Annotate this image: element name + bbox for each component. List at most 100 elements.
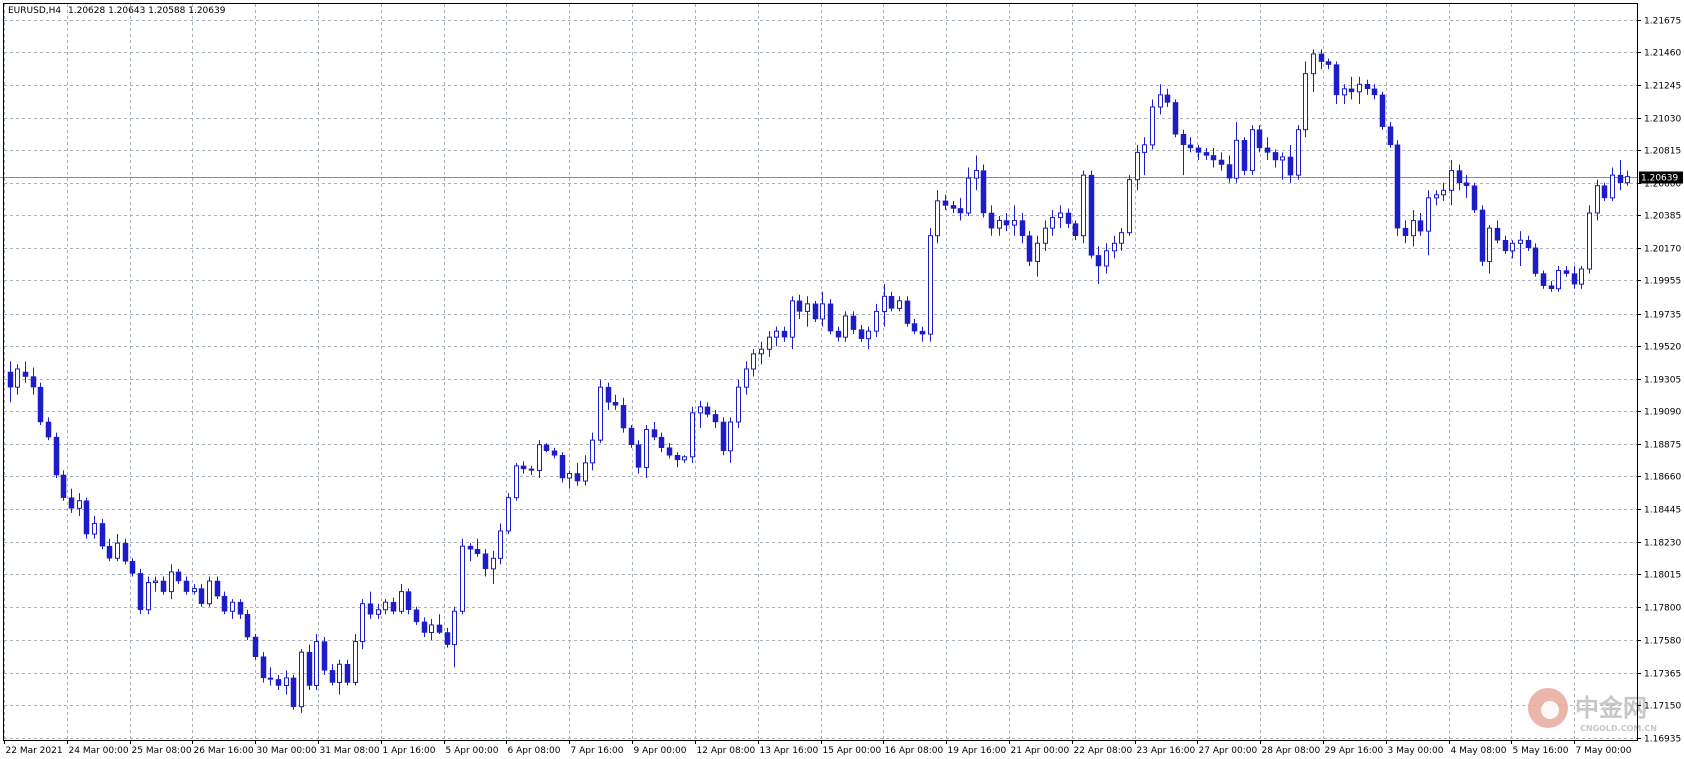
candle-body-bear xyxy=(980,170,987,214)
candle-body-bear xyxy=(781,330,788,338)
candle-body-bear xyxy=(321,641,328,671)
y-tick-label: 1.17365 xyxy=(1644,670,1681,680)
candle-body-bear xyxy=(704,406,711,415)
candle-body-bull xyxy=(1142,144,1147,153)
candle xyxy=(290,674,297,710)
x-tick-label: 27 Apr 00:00 xyxy=(1199,746,1258,756)
candle-body-bear xyxy=(812,303,819,320)
x-tick-label: 26 Mar 16:00 xyxy=(194,746,254,756)
candle-body-bull xyxy=(452,610,457,646)
candle-body-bull xyxy=(1112,242,1117,252)
y-tick-label: 1.19955 xyxy=(1644,277,1681,287)
candle-body-bull xyxy=(736,386,741,423)
x-tick-label: 12 Apr 08:00 xyxy=(697,746,756,756)
candle-body-bear xyxy=(1287,156,1294,176)
candle-body-bear xyxy=(1003,220,1010,226)
candle xyxy=(60,470,67,501)
candle-body-bear xyxy=(175,571,182,582)
candle-body-bear xyxy=(559,455,566,479)
current-price-tag: 1.20639 xyxy=(1639,171,1683,184)
y-tick-label: 1.19305 xyxy=(1644,376,1681,386)
candle-body-bear xyxy=(942,200,949,206)
candle-body-bull xyxy=(460,545,465,612)
candle-body-bull xyxy=(1104,250,1109,267)
candle xyxy=(928,228,933,342)
candle-body-bear xyxy=(620,405,627,429)
candle-body-bear xyxy=(1571,273,1578,285)
candle xyxy=(720,417,727,456)
candle-body-bull xyxy=(1081,174,1086,237)
candle-body-bull xyxy=(1510,242,1515,252)
candle xyxy=(299,649,304,713)
candle xyxy=(736,379,741,429)
candle-body-bull xyxy=(866,330,871,340)
candle-body-bull xyxy=(115,542,120,559)
candle xyxy=(1150,99,1155,150)
candle-body-bear xyxy=(30,376,37,388)
candle-body-bear xyxy=(1601,185,1608,199)
candle-body-bear xyxy=(1532,247,1539,274)
candle-body-bear xyxy=(1617,174,1624,183)
y-tick-label: 1.18445 xyxy=(1644,506,1681,516)
x-tick-label: 19 Apr 16:00 xyxy=(948,746,1007,756)
candle xyxy=(1250,125,1255,176)
candle-body-bull xyxy=(1518,239,1523,244)
x-tick-label: 25 Mar 08:00 xyxy=(132,746,192,756)
candle-body-bear xyxy=(950,205,957,209)
candle-body-bear xyxy=(574,473,581,482)
y-tick-label: 1.18875 xyxy=(1644,441,1681,451)
candle-body-bear xyxy=(405,591,412,611)
candle-body-bear xyxy=(720,421,727,451)
candle-body-bear xyxy=(22,371,29,377)
candle xyxy=(1479,205,1486,266)
x-tick-label: 29 Apr 16:00 xyxy=(1325,746,1384,756)
x-tick-label: 23 Apr 16:00 xyxy=(1137,746,1196,756)
price-chart[interactable]: 中金网 CNGOLD.COM.CN 1.21675 1.21460 1.21245 1… xyxy=(0,0,1684,759)
candle-body-bear xyxy=(957,208,964,214)
candle-body-bear xyxy=(1210,155,1217,161)
candle-body-bull xyxy=(1311,53,1316,75)
candle-body-bull xyxy=(598,386,603,441)
candle-body-bull xyxy=(774,330,779,338)
candle-body-bull xyxy=(1135,151,1140,181)
x-tick-label: 16 Apr 08:00 xyxy=(885,746,944,756)
candle-body-bear xyxy=(1180,133,1187,146)
candle-body-bull xyxy=(997,220,1002,229)
candle xyxy=(460,538,465,615)
candle-body-bear xyxy=(635,444,642,468)
candle-body-bear xyxy=(1026,235,1033,262)
watermark-logo-inner xyxy=(1541,701,1559,719)
candle xyxy=(1172,99,1179,138)
candle-body-bear xyxy=(1379,94,1386,127)
x-tick-label: 24 Mar 00:00 xyxy=(69,746,129,756)
x-tick-label: 3 May 00:00 xyxy=(1388,746,1444,756)
candle-body-bull xyxy=(820,303,825,320)
candle xyxy=(812,300,819,323)
candle-body-bull xyxy=(1127,179,1132,234)
candle-body-bull xyxy=(506,497,511,532)
x-tick-label: 22 Apr 08:00 xyxy=(1074,746,1133,756)
candle xyxy=(99,518,106,550)
candle-body-bear xyxy=(1479,209,1486,262)
candle-body-bear xyxy=(122,542,129,562)
x-tick-label: 15 Apr 00:00 xyxy=(823,746,882,756)
candle xyxy=(137,568,144,615)
y-tick-label: 1.17150 xyxy=(1644,702,1681,712)
y-tick-label: 1.20385 xyxy=(1644,212,1681,222)
candle xyxy=(353,633,358,686)
candle-body-bear xyxy=(1402,227,1409,236)
candle-body-bear xyxy=(628,427,635,445)
candle-body-bear xyxy=(1364,84,1371,90)
candle-body-bear xyxy=(237,601,244,615)
candle-body-bear xyxy=(612,402,619,406)
candle-body-bull xyxy=(698,406,703,414)
candle-body-bear xyxy=(1218,159,1225,165)
candle-body-bear xyxy=(651,429,658,438)
candle-body-bull xyxy=(146,582,151,611)
candle xyxy=(980,164,987,218)
candle-body-bear xyxy=(1456,170,1463,183)
y-tick-label: 1.19090 xyxy=(1644,408,1681,418)
watermark-url: CNGOLD.COM.CN xyxy=(1580,724,1657,733)
candle-body-bull xyxy=(843,315,848,338)
x-tick-label: 7 Apr 16:00 xyxy=(571,746,624,756)
